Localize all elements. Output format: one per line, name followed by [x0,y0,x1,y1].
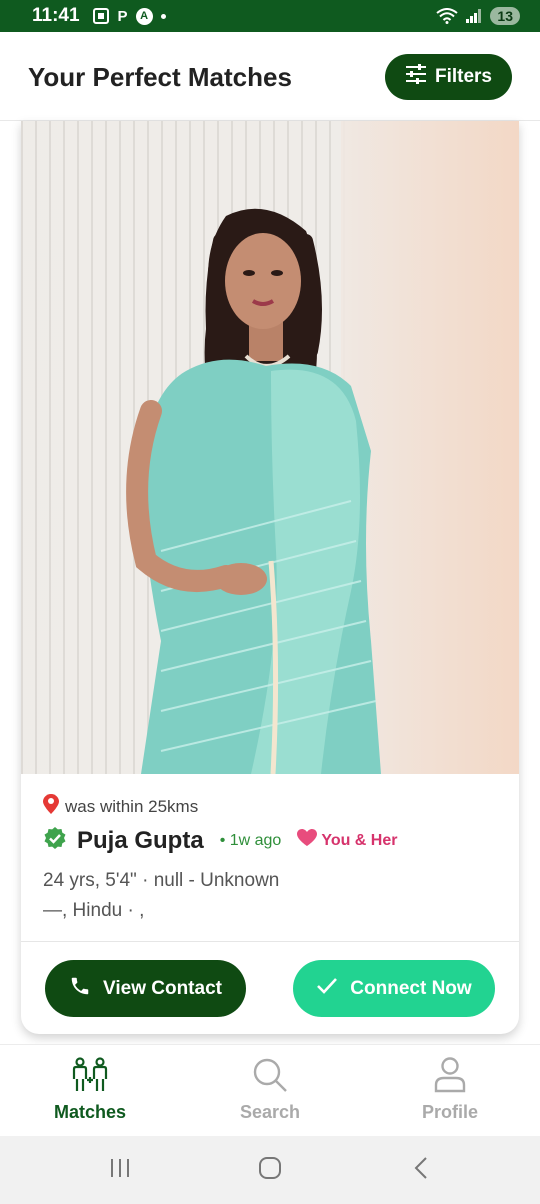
bottom-navigation: Matches Search Profile [0,1044,540,1136]
connect-now-label: Connect Now [350,977,472,999]
sliders-icon [405,64,427,90]
filters-label: Filters [434,66,493,87]
search-icon [252,1057,288,1098]
match-label: You & Her [321,831,398,849]
person-icon [434,1057,466,1098]
view-contact-button[interactable]: View Contact [45,960,246,1017]
home-button-icon[interactable] [258,1156,282,1185]
connect-now-button[interactable]: Connect Now [293,960,495,1017]
battery-indicator: 13 [490,7,520,25]
app-header: Your Perfect Matches Filters [0,32,540,121]
nav-matches[interactable]: Matches [0,1057,180,1123]
parking-icon: P [117,7,128,25]
nav-search-label: Search [239,1102,301,1122]
card-divider [21,941,519,942]
view-contact-label: View Contact [103,977,222,999]
profile-name: Puja Gupta [77,826,204,854]
checkmark-icon [316,977,338,1001]
phone-icon [69,975,91,1003]
name-row: Puja Gupta • 1w ago You & Her [43,826,397,855]
nav-search[interactable]: Search [180,1057,360,1123]
location-row: was within 25kms [43,794,198,819]
status-notification-icons: P A [92,7,166,25]
system-navigation-bar [0,1136,540,1204]
last-active-time: • 1w ago [219,831,282,849]
back-icon[interactable] [410,1156,434,1185]
page-title: Your Perfect Matches [28,62,292,92]
app-a-icon: A [135,7,153,25]
wifi-icon [436,8,459,24]
status-bar: 11:41 P A 13 [0,0,540,32]
nav-profile-label: Profile [421,1102,478,1122]
location-text: was within 25kms [65,796,199,816]
verified-badge-icon [43,826,77,855]
heart-icon [281,829,318,852]
more-notifications-dot-icon [160,13,166,19]
profile-details-line2: —, Hindu · , [43,900,145,921]
recent-apps-icon[interactable] [108,1156,132,1185]
nav-profile[interactable]: Profile [360,1057,540,1123]
profile-details-line1: 24 yrs, 5'4" · null - Unknown [43,870,280,891]
profile-photo[interactable] [21,121,519,774]
person-illustration [126,208,381,774]
nav-matches-label: Matches [53,1102,127,1122]
status-time: 11:41 [32,5,80,26]
match-card[interactable]: was within 25kms Puja Gupta • 1w ago You… [21,121,519,1034]
location-pin-icon [43,794,59,819]
screenshot-icon [92,7,110,25]
couple-icon [70,1057,110,1098]
signal-icon [466,9,482,23]
filters-button[interactable]: Filters [385,54,512,100]
